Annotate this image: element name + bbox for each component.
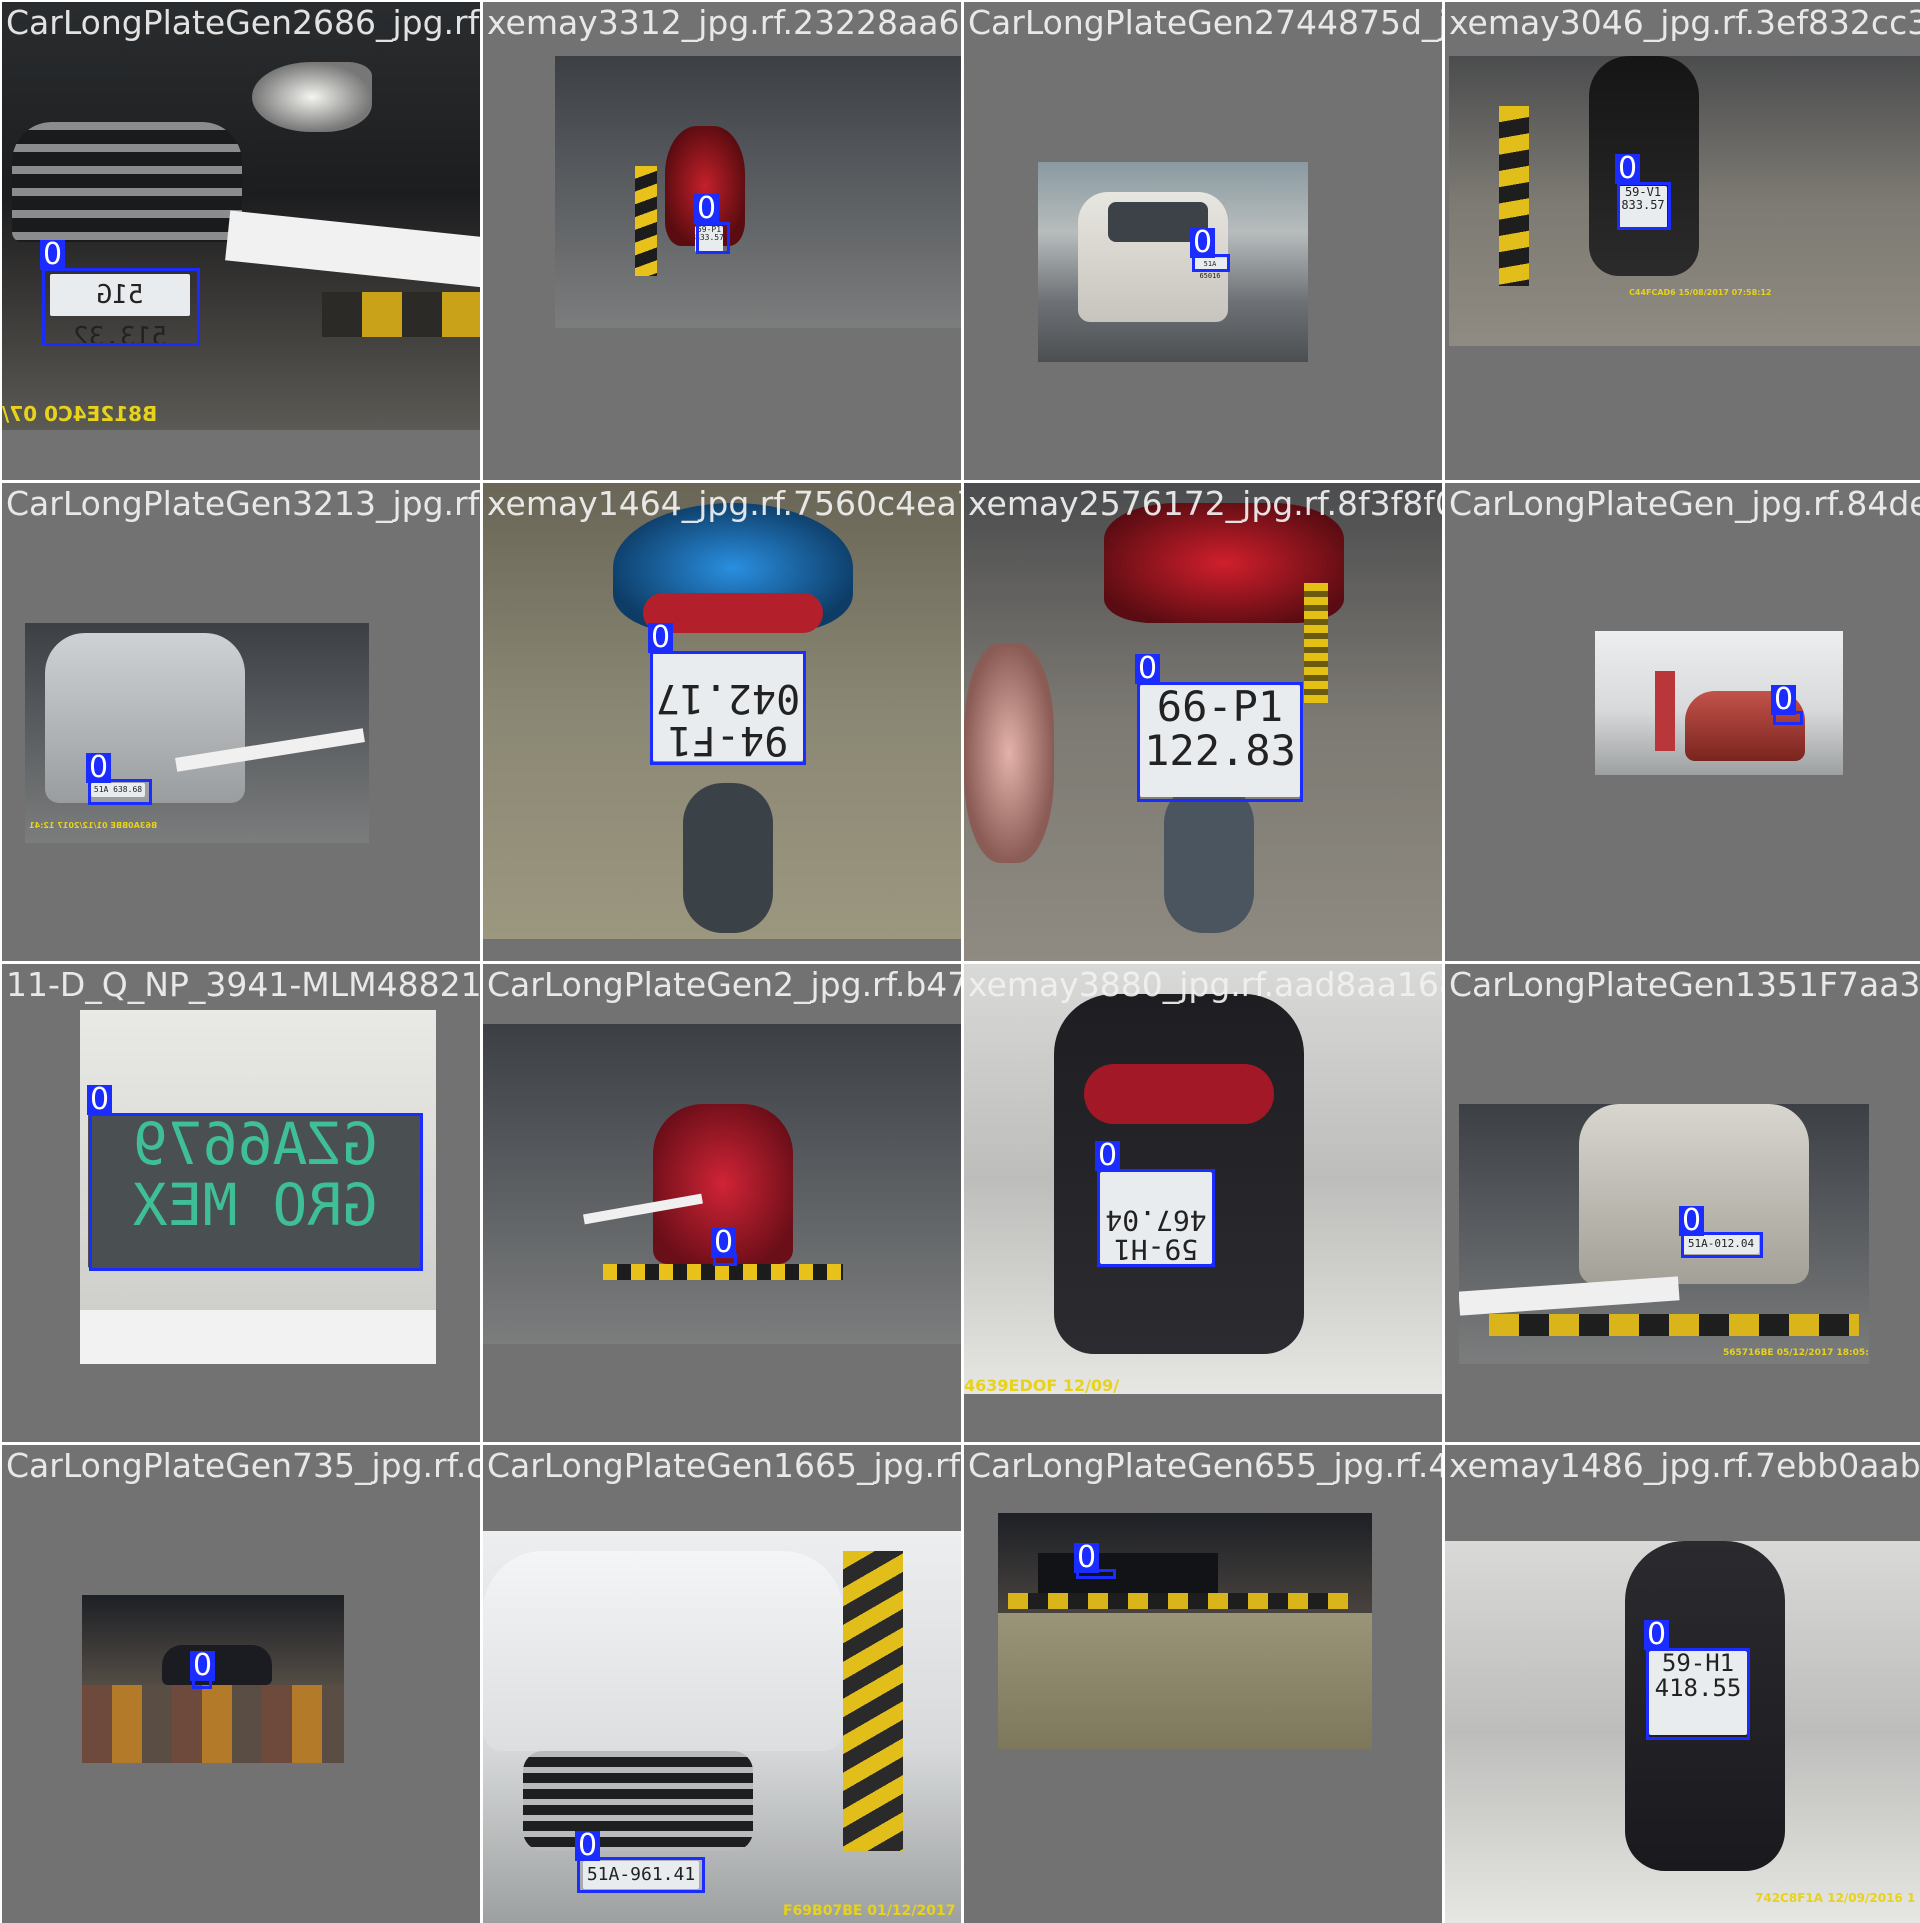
tile-1: 59-P1 833.57 0 xemay3312_jpg.rf.23228aa6… (483, 2, 961, 480)
class-label: 0 (86, 753, 112, 783)
hazard-stripes (1008, 1593, 1348, 1609)
class-label: 0 (1095, 1141, 1121, 1171)
white-car-hood (483, 1551, 843, 1751)
speed-bump (1489, 1314, 1859, 1336)
bounding-box (89, 1113, 423, 1271)
bounding-box (696, 222, 730, 254)
bounding-box (1097, 1169, 1215, 1267)
speed-bump (322, 292, 480, 337)
tile-filename: xemay3046_jpg.rf.3ef832cc3 (1449, 3, 1920, 42)
headlight (252, 62, 372, 132)
bounding-box (1617, 182, 1671, 230)
bounding-box (1646, 1648, 1750, 1740)
class-label: 0 (40, 240, 66, 270)
photo-9 (483, 1024, 961, 1344)
tile-0: 51G 513.32 B812E4C0 07/ 0 CarLongPlateGe… (2, 2, 480, 480)
class-label: 0 (1771, 685, 1797, 715)
class-label: 0 (1135, 654, 1161, 684)
dark-car (1038, 1553, 1218, 1593)
class-label: 0 (87, 1085, 113, 1115)
camera-timestamp: F69B07BE 01/12/2017 1 (783, 1903, 961, 1919)
tile-filename: xemay2576172_jpg.rf.8f3f8f0327706a7.84de… (968, 484, 1442, 523)
tile-filename: xemay3312_jpg.rf.23228aa6516871bbba24487… (487, 3, 961, 42)
camera-timestamp: B812E4C0 07/ (2, 402, 158, 426)
tile-filename: CarLongPlateGen_jpg.rf.84de8595359 (1449, 484, 1920, 523)
tile-5: 94-F1 042.17 0 xemay1464_jpg.rf.7560c4ea… (483, 483, 961, 961)
camera-timestamp: 742C8F1A 12/09/2016 1 (1755, 1891, 1916, 1905)
smear-band (82, 1685, 344, 1763)
floor-smear (998, 1613, 1372, 1749)
tile-6: 66-P1 122.83 0 xemay2576172_jpg.rf.8f3f8… (964, 483, 1442, 961)
tile-14: 0 CarLongPlateGen655_jpg.rf.4910a812865 (964, 1445, 1442, 1923)
tile-filename: CarLongPlateGen1351F7aa3e51318_jpg. (1449, 965, 1920, 1004)
tail-light (1084, 1064, 1274, 1124)
silver-car (45, 633, 245, 803)
tile-filename: xemay1486_jpg.rf.7ebb0aab (1449, 1446, 1920, 1485)
camera-timestamp: 4639EDOF 12/09/ (964, 1376, 1120, 1394)
rear-tyre (683, 783, 773, 933)
car-grille (12, 122, 242, 242)
photo-2: 51A 65016 (1038, 162, 1308, 362)
car-grille (523, 1751, 753, 1851)
motorbike (1589, 56, 1699, 276)
tile-filename: CarLongPlateGen735_jpg.rf.c4f82c7abe53 (6, 1446, 480, 1485)
tile-8: GZA6679 GRO MEX 0 11-D_Q_NP_3941-MLM4882… (2, 964, 480, 1442)
tile-filename: 11-D_Q_NP_3941-MLM4882174000_082013-258_… (6, 965, 480, 1004)
camera-timestamp: B63A0BBE 01/12/2017 12:41 (29, 821, 158, 830)
tile-9: 0 CarLongPlateGen2_jpg.rf.b47f3788a0c70f (483, 964, 961, 1442)
camera-timestamp: C44FCAD6 15/08/2017 07:58:12 (1629, 288, 1772, 297)
dark-car (162, 1645, 272, 1685)
tile-4: 51A 638.68 B63A0BBE 01/12/2017 12:41 0 C… (2, 483, 480, 961)
tile-7: 0 CarLongPlateGen_jpg.rf.84de8595359 (1445, 483, 1920, 961)
photo-14 (998, 1513, 1372, 1749)
tile-13: 51A-961.41 F69B07BE 01/12/2017 1 0 CarLo… (483, 1445, 961, 1923)
tile-filename: CarLongPlateGen3213_jpg.rf.d50ed2a29b3d5… (6, 484, 480, 523)
photo-11: 51A-012.04 565716BE 05/12/2017 18:05:51 (1459, 1104, 1869, 1364)
class-label: 0 (1190, 228, 1216, 258)
tile-filename: CarLongPlateGen1665_jpg.rf.c95c43aff1e2a (487, 1446, 961, 1485)
class-label: 0 (1644, 1620, 1670, 1650)
hazard-stripes (1499, 106, 1529, 286)
tile-10: 59-H1 467.04 4639EDOF 12/09/ 0 xemay3880… (964, 964, 1442, 1442)
rear-tyre (1164, 783, 1254, 933)
bounding-box (1137, 682, 1303, 802)
photo-13: 51A-961.41 F69B07BE 01/12/2017 1 (483, 1531, 961, 1923)
hazard-stripes (843, 1551, 903, 1851)
tile-11: 51A-012.04 565716BE 05/12/2017 18:05:51 … (1445, 964, 1920, 1442)
class-label: 0 (190, 1651, 216, 1681)
camera-timestamp: 565716BE 05/12/2017 18:05:51 (1723, 1348, 1869, 1358)
bounding-box (650, 651, 806, 765)
photo-0: 51G 513.32 B812E4C0 07/ (2, 2, 480, 430)
tile-3: 59-V1 833.57 C44FCAD6 15/08/2017 07:58:1… (1445, 2, 1920, 480)
class-label: 0 (1679, 1206, 1705, 1236)
class-label: 0 (648, 623, 674, 653)
tile-12: 0 CarLongPlateGen735_jpg.rf.c4f82c7abe53 (2, 1445, 480, 1923)
photo-3: 59-V1 833.57 C44FCAD6 15/08/2017 07:58:1… (1449, 56, 1920, 346)
detection-mosaic: 51G 513.32 B812E4C0 07/ 0 CarLongPlateGe… (0, 0, 1920, 1923)
class-label: 0 (1615, 154, 1641, 184)
tile-15: 59-H1 418.55 742C8F1A 12/09/2016 1 0 xem… (1445, 1445, 1920, 1923)
barrier-arm (1459, 1276, 1680, 1316)
class-label: 0 (1074, 1543, 1100, 1573)
tile-filename: xemay3880_jpg.rf.aad8aa168C3313 (968, 965, 1442, 1004)
class-label: 0 (575, 1831, 601, 1861)
tile-filename: xemay1464_jpg.rf.7560c4ea7e32 (487, 484, 961, 523)
helmet (964, 643, 1054, 863)
photo-1: 59-P1 833.57 (555, 56, 961, 328)
pillar (1655, 671, 1675, 751)
photo-7 (1595, 631, 1843, 775)
bounding-box (42, 268, 200, 346)
tile-filename: CarLongPlateGen2686_jpg.rf.25f2e3861e1d (6, 3, 480, 42)
tile-filename: CarLongPlateGen2_jpg.rf.b47f3788a0c70f (487, 965, 961, 1004)
barrier-arm (225, 210, 480, 288)
tile-filename: CarLongPlateGen655_jpg.rf.4910a812865 (968, 1446, 1442, 1485)
tile-filename: CarLongPlateGen2744875d_jpg.rf.970a02417… (968, 3, 1442, 42)
tile-2: 51A 65016 0 CarLongPlateGen2744875d_jpg.… (964, 2, 1442, 480)
shock-spring (1304, 583, 1328, 703)
hazard-stripes (603, 1264, 843, 1280)
class-label: 0 (694, 194, 720, 224)
photo-4: 51A 638.68 B63A0BBE 01/12/2017 12:41 (25, 623, 369, 843)
hazard-stripes (635, 166, 657, 276)
class-label: 0 (711, 1228, 737, 1258)
